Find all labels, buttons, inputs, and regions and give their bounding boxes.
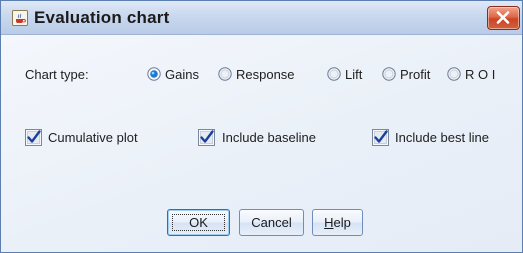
radio-label-roi[interactable]: R O I [465, 67, 495, 82]
help-button-label: elp [333, 215, 351, 230]
checkbox-include-best-line[interactable] [372, 129, 389, 146]
dialog-window: Evaluation chart Chart type: Gains Respo… [0, 0, 523, 253]
radio-gains[interactable] [147, 67, 161, 81]
radio-label-profit[interactable]: Profit [400, 67, 430, 82]
java-cup-icon [12, 10, 28, 26]
radio-label-lift[interactable]: Lift [345, 67, 362, 82]
checkbox-label-include-baseline[interactable]: Include baseline [222, 130, 316, 145]
close-button[interactable] [487, 6, 520, 30]
ok-button[interactable]: OK [167, 209, 230, 236]
focus-ring [172, 214, 225, 231]
checkbox-label-cumulative-plot[interactable]: Cumulative plot [48, 130, 138, 145]
radio-profit[interactable] [382, 67, 396, 81]
radio-roi[interactable] [447, 67, 461, 81]
radio-label-response[interactable]: Response [236, 67, 295, 82]
help-button[interactable]: Help [312, 209, 363, 236]
checkbox-cumulative-plot[interactable] [25, 129, 42, 146]
cancel-button[interactable]: Cancel [239, 209, 304, 236]
radio-label-gains[interactable]: Gains [165, 67, 199, 82]
title-bar[interactable]: Evaluation chart [1, 1, 522, 35]
window-title: Evaluation chart [34, 8, 170, 27]
checkbox-label-include-best-line[interactable]: Include best line [395, 130, 489, 145]
chart-type-label: Chart type: [25, 67, 89, 82]
radio-lift[interactable] [327, 67, 341, 81]
radio-response[interactable] [218, 67, 232, 81]
checkbox-include-baseline[interactable] [198, 129, 215, 146]
dialog-content: Chart type: Gains Response Lift Profit R… [1, 35, 522, 252]
cancel-button-label: Cancel [251, 215, 292, 230]
close-x-icon [496, 11, 510, 24]
help-mnemonic: H [324, 215, 334, 230]
